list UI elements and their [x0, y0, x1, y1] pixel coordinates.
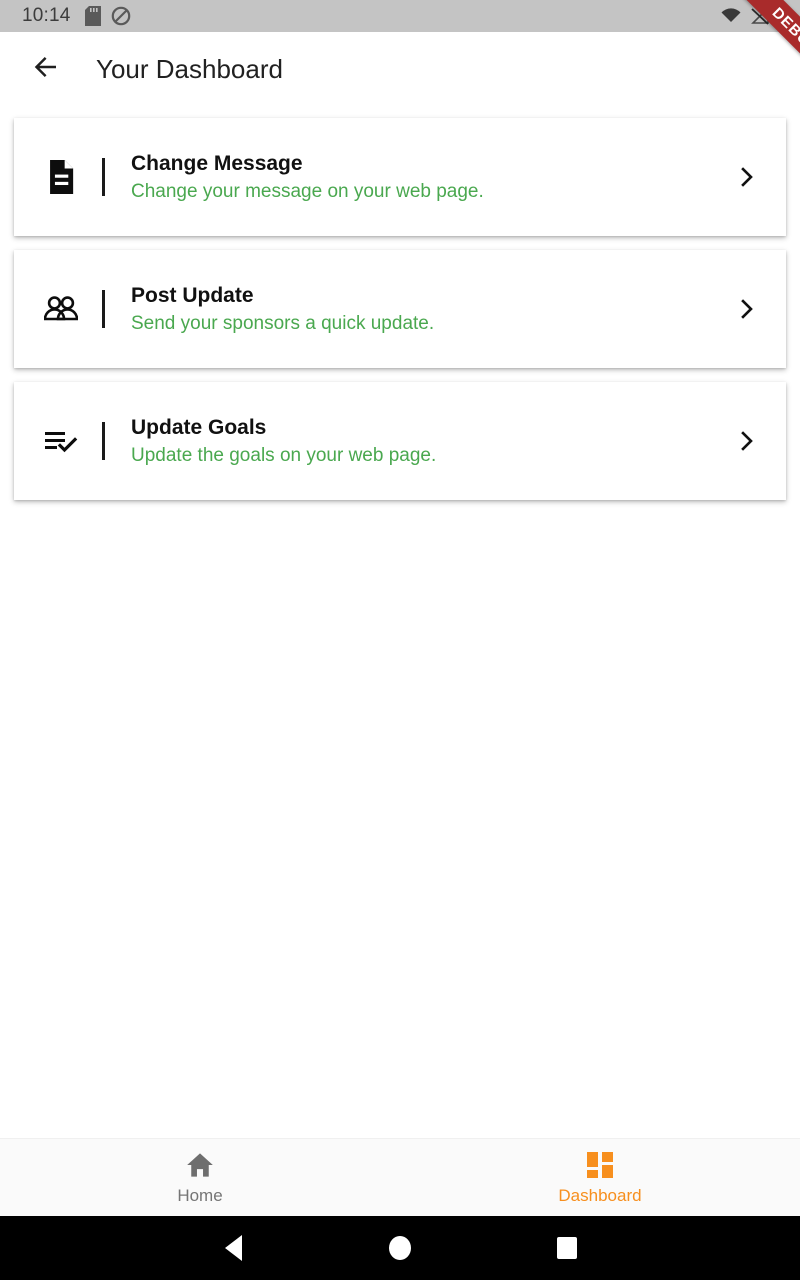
- card-change-message[interactable]: Change Message Change your message on yo…: [14, 118, 786, 236]
- status-bar-left-icons: [84, 6, 131, 26]
- playlist-check-icon: [42, 428, 80, 454]
- bottom-navigation-bar: Home Dashboard: [0, 1138, 800, 1216]
- people-icon: [42, 296, 80, 322]
- card-title: Post Update: [131, 283, 254, 307]
- chevron-right-icon[interactable]: [730, 427, 764, 455]
- card-subtitle: Send your sponsors a quick update.: [131, 312, 435, 334]
- status-bar-clock: 10:14: [22, 5, 71, 26]
- card-text-block: Update Goals Update the goals on your we…: [131, 416, 730, 467]
- back-button[interactable]: [22, 45, 70, 93]
- nav-label-dashboard: Dashboard: [558, 1185, 642, 1205]
- card-divider: [102, 422, 105, 460]
- card-text-block: Change Message Change your message on yo…: [131, 152, 730, 203]
- nav-item-dashboard[interactable]: Dashboard: [400, 1139, 800, 1216]
- arrow-back-icon: [31, 52, 61, 87]
- card-post-update[interactable]: Post Update Send your sponsors a quick u…: [14, 250, 786, 368]
- card-subtitle: Update the goals on your web page.: [131, 444, 437, 466]
- home-icon: [186, 1150, 214, 1180]
- card-title: Change Message: [131, 151, 303, 175]
- system-recents-icon[interactable]: [540, 1221, 594, 1275]
- chevron-right-icon[interactable]: [730, 295, 764, 323]
- wifi-off-icon: [720, 7, 742, 25]
- dashboard-grid-icon: [587, 1150, 613, 1180]
- signal-off-icon: [750, 7, 770, 25]
- system-back-icon[interactable]: [206, 1221, 260, 1275]
- page-title: Your Dashboard: [96, 53, 283, 84]
- card-divider: [102, 158, 105, 196]
- do-not-disturb-icon: [111, 6, 131, 26]
- card-subtitle: Change your message on your web page.: [131, 180, 484, 202]
- phone-screen: 10:14 DEBUG Your Dashboard Change Messag…: [0, 0, 800, 1280]
- system-navigation-bar: [0, 1216, 800, 1280]
- sd-card-icon: [84, 6, 101, 26]
- nav-item-home[interactable]: Home: [0, 1139, 400, 1216]
- app-bar: Your Dashboard: [0, 32, 800, 106]
- card-update-goals[interactable]: Update Goals Update the goals on your we…: [14, 382, 786, 500]
- card-title: Update Goals: [131, 415, 267, 439]
- chevron-right-icon[interactable]: [730, 163, 764, 191]
- nav-label-home: Home: [177, 1185, 223, 1205]
- status-bar-right-icons: [720, 5, 790, 27]
- dashboard-card-list: Change Message Change your message on yo…: [0, 106, 800, 1138]
- card-divider: [102, 290, 105, 328]
- document-icon: [42, 160, 80, 194]
- battery-icon: [778, 5, 790, 27]
- status-bar: 10:14: [0, 0, 800, 32]
- system-home-icon[interactable]: [373, 1221, 427, 1275]
- card-text-block: Post Update Send your sponsors a quick u…: [131, 284, 730, 335]
